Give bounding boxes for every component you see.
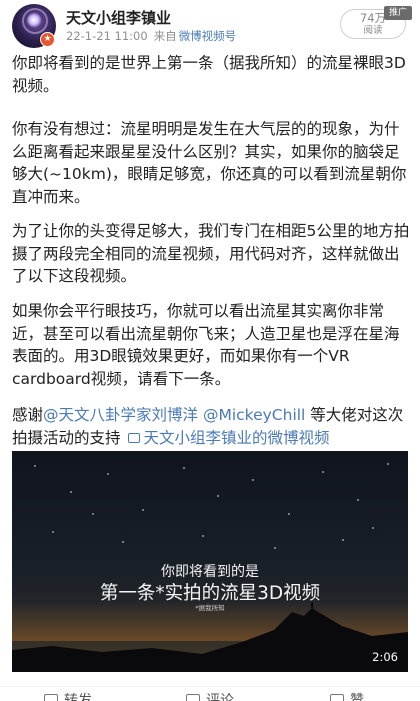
paragraph-viewing: 如果你会平行眼技巧，你就可以看出流星其实离你非常近，甚至可以看出流星朝你飞来；人… xyxy=(12,302,400,388)
video-caption-line3: *据我所知 xyxy=(195,604,225,612)
post-header: ★ 天文小组李镇业 22-1-21 11:00 来自 微博视频号 74万 阅读 推广 xyxy=(0,0,420,52)
source-prefix: 来自 xyxy=(153,29,177,43)
mention-link-liuboyang[interactable]: @天文八卦学家刘博洋 xyxy=(43,406,198,424)
verified-badge-icon: ★ xyxy=(40,32,55,47)
post-meta: 22-1-21 11:00 来自 微博视频号 xyxy=(66,28,236,44)
paragraph-thanks: 感谢@天文八卦学家刘博洋 @MickeyChill 等大佬对这次拍摄活动的支持 … xyxy=(12,404,412,449)
comment-label: 评论 xyxy=(206,693,234,701)
video-player[interactable]: 你即将看到的是 第一条*实拍的流星3D视频 *据我所知 2:06 xyxy=(12,451,408,672)
like-button[interactable]: 赞 xyxy=(330,690,364,701)
post-date: 22-1-21 11:00 xyxy=(66,29,148,43)
like-label: 赞 xyxy=(350,693,364,701)
source-link[interactable]: 微博视频号 xyxy=(179,29,237,43)
views-label: 阅读 xyxy=(363,25,383,36)
video-caption-line1: 你即将看到的是 xyxy=(161,564,259,580)
video-link-icon xyxy=(128,432,141,443)
thanks-prefix: 感谢 xyxy=(12,406,44,424)
repost-label: 转发 xyxy=(64,693,92,701)
like-icon xyxy=(330,694,344,701)
paragraph-method: 为了让你的头变得足够大，我们专门在相距5公里的地方拍摄了两段完全相同的流星视频，… xyxy=(12,222,410,285)
author-name[interactable]: 天文小组李镇业 xyxy=(66,7,171,28)
promo-button[interactable]: 推广 xyxy=(384,6,412,20)
paragraph-question: 你有没有想过：流星明明是发生在大气层的的现象，为什么距离看起来跟星星没什么区别？… xyxy=(12,120,407,206)
avatar-star xyxy=(26,12,42,28)
video-duration: 2:06 xyxy=(372,650,398,664)
comment-button[interactable]: 评论 xyxy=(186,690,234,701)
video-link[interactable]: 天文小组李镇业的微博视频 xyxy=(143,429,329,447)
action-bar: 转发 评论 赞 xyxy=(0,686,420,701)
mountain-silhouette xyxy=(12,602,408,672)
repost-button[interactable]: 转发 xyxy=(44,690,92,701)
comment-icon xyxy=(186,694,200,701)
mention-link-mickeychill[interactable]: @MickeyChill xyxy=(203,406,305,424)
repost-icon xyxy=(44,694,58,701)
paragraph-intro: 你即将看到的是世界上第一条（据我所知）的流星裸眼3D视频。 xyxy=(12,54,406,95)
